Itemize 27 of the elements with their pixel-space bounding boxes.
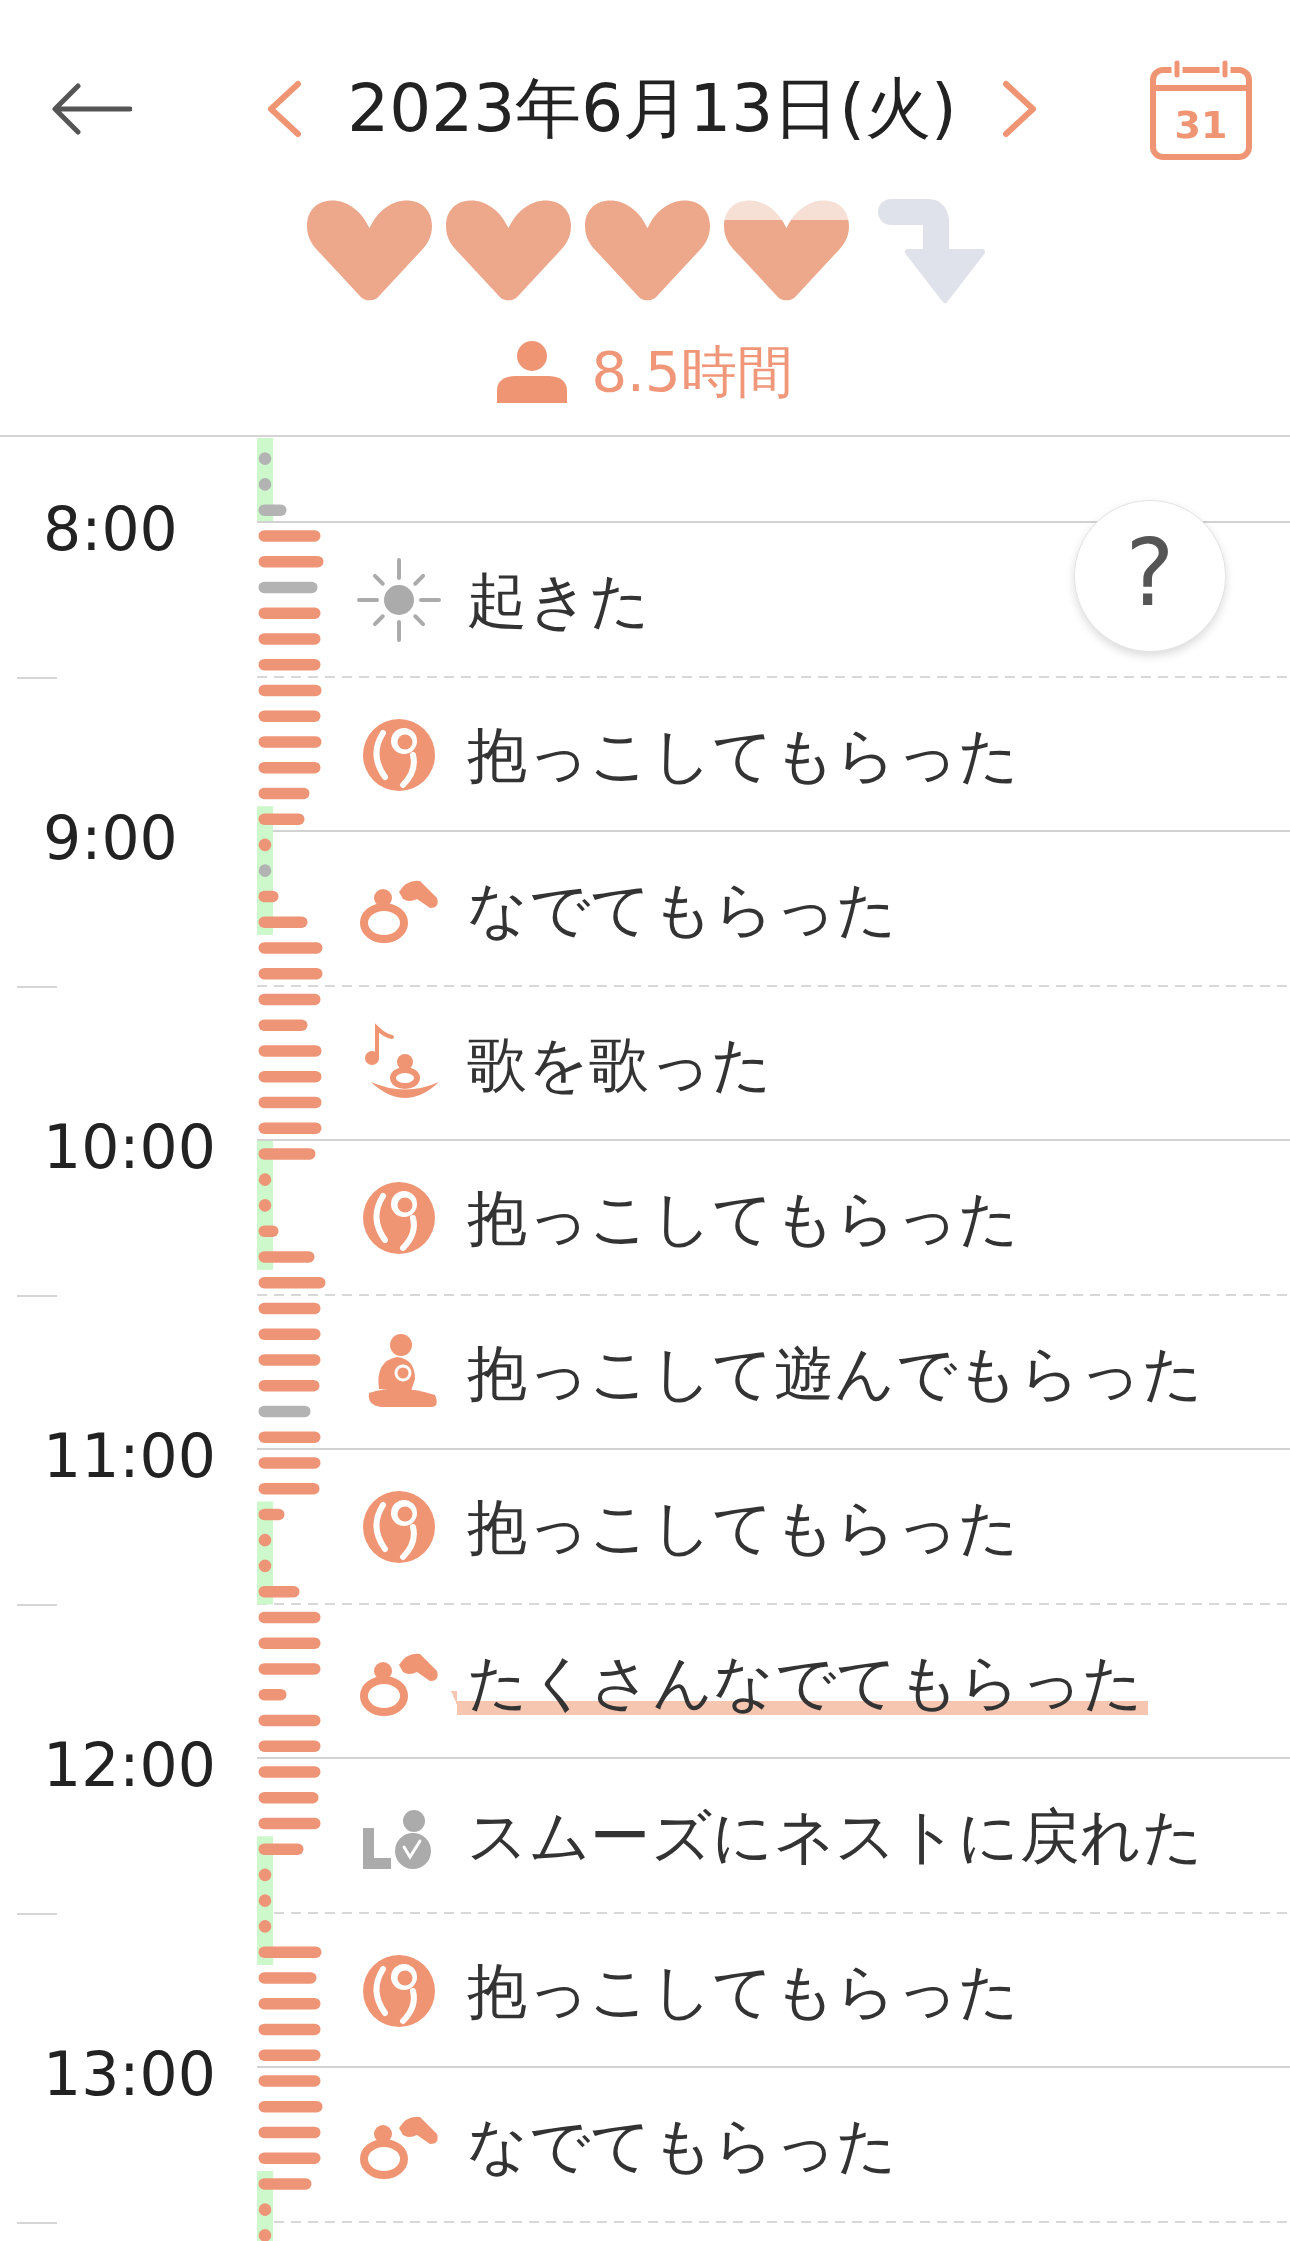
- event-label: 起きた: [467, 564, 651, 637]
- person-icon: [497, 341, 568, 403]
- event-label: なでてもらった: [467, 873, 898, 946]
- event-label: 抱っこして遊んでもらった: [467, 1336, 1203, 1409]
- hour-label: 11:00: [43, 1421, 216, 1491]
- chevron-right-icon: [1000, 80, 1039, 138]
- back-arrow-icon: [50, 83, 132, 135]
- bent-arrow-icon: [877, 198, 986, 304]
- hour-label: 13:00: [43, 2039, 216, 2109]
- event-label: なでてもらった: [467, 2109, 898, 2182]
- date-title: 2023年6月13日(火): [347, 69, 957, 149]
- event-label: 抱っこしてもらった: [467, 1954, 1020, 2027]
- sleep-duration: 8.5時間: [591, 339, 793, 405]
- hour-label: 9:00: [43, 803, 178, 873]
- chevron-left-icon: [265, 80, 304, 138]
- event-label: 歌を歌った: [467, 1027, 773, 1100]
- event-label: 抱っこしてもらった: [467, 1491, 1020, 1564]
- event-label: 抱っこしてもらった: [467, 718, 1020, 791]
- hour-label: 8:00: [43, 494, 178, 564]
- event-label: スムーズにネストに戻れた: [467, 1800, 1203, 1873]
- next-day-button[interactable]: [1000, 79, 1039, 139]
- event-label: 抱っこしてもらった: [467, 1182, 1020, 1255]
- previous-day-button[interactable]: [265, 79, 304, 139]
- hour-label: 10:00: [43, 1112, 216, 1182]
- help-button[interactable]: ?: [1074, 500, 1226, 652]
- sun-icon: [357, 558, 441, 643]
- hour-label: 12:00: [43, 1730, 216, 1800]
